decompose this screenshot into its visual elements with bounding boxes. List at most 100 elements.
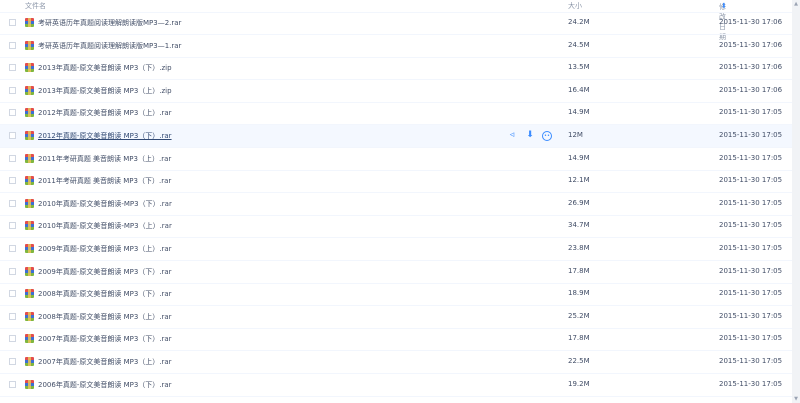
file-modified-date: 2015-11-30 17:05 (719, 379, 783, 388)
file-name-link[interactable]: 2006年真题-原文美音朗读 MP3（下）.rar (38, 380, 172, 390)
row-checkbox[interactable] (9, 177, 16, 185)
archive-file-icon (25, 108, 34, 118)
row-checkbox[interactable] (9, 109, 16, 117)
file-row[interactable]: 2013年真题-原文美音朗读 MP3（上）.zip 16.4M 2015-11-30… (0, 80, 792, 103)
file-name-link[interactable]: 2007年真题-原文美音朗读 MP3（下）.rar (38, 334, 172, 344)
file-name-link[interactable]: 2008年真题-原文美音朗读 MP3（上）.rar (38, 312, 172, 322)
file-name-link[interactable]: 2009年真题-原文美音朗读 MP3（下）.rar (38, 267, 172, 277)
file-row[interactable]: 2008年真题-原文美音朗读 MP3（上）.rar 25.2M 2015-11-30… (0, 306, 792, 329)
row-checkbox[interactable] (9, 312, 16, 320)
sort-down-icon: ⬇ (721, 2, 727, 10)
file-row[interactable]: 2009年真题-原文美音朗读 MP3（上）.rar 23.8M 2015-11-30… (0, 238, 792, 261)
file-size: 18.9M (568, 289, 590, 298)
file-size: 12M (568, 131, 583, 139)
file-size: 13.5M (568, 63, 590, 72)
file-modified-date: 2015-11-30 17:05 (719, 266, 783, 275)
archive-file-icon (25, 153, 34, 163)
file-name-link[interactable]: 2010年真题-原文美音朗读-MP3（上）.rar (38, 221, 172, 231)
download-icon[interactable]: ⬇ (525, 130, 535, 140)
file-size: 17.8M (568, 334, 590, 343)
file-modified-date: 2015-11-30 17:05 (719, 311, 783, 320)
file-row[interactable]: 2011年考研真题 美音朗读 MP3（上）.rar 14.9M 2015-11-30… (0, 148, 792, 171)
row-checkbox[interactable] (9, 358, 16, 365)
row-checkbox[interactable] (9, 132, 16, 139)
file-size: 34.7M (568, 221, 590, 230)
file-modified-date: 2015-11-30 17:05 (719, 176, 783, 185)
row-checkbox[interactable] (9, 64, 16, 72)
file-row[interactable]: 2008年真题-原文美音朗读 MP3（下）.rar 18.9M 2015-11-30… (0, 283, 792, 307)
file-modified-date: 2015-11-30 17:05 (719, 153, 783, 162)
file-size: 22.5M (568, 357, 590, 365)
row-checkbox[interactable] (9, 335, 16, 343)
file-name-link[interactable]: 2013年真题-原文美音朗读 MP3（上）.zip (38, 86, 172, 96)
file-modified-date: 2015-11-30 17:05 (719, 244, 783, 252)
vertical-scrollbar[interactable]: ▲ ▼ (792, 0, 800, 403)
archive-file-icon (25, 198, 34, 208)
file-size: 24.5M (568, 40, 590, 49)
file-modified-date: 2015-11-30 17:05 (719, 131, 783, 139)
row-checkbox[interactable] (9, 154, 16, 162)
file-name-link[interactable]: 2009年真题-原文美音朗读 MP3（上）.rar (38, 244, 172, 254)
file-row[interactable]: 2009年真题-原文美音朗读 MP3（下）.rar 17.8M 2015-11-30… (0, 261, 792, 284)
row-checkbox[interactable] (9, 19, 16, 26)
file-row[interactable]: 2010年真题-原文美音朗读-MP3（下）.rar 26.9M 2015-11-30… (0, 193, 792, 216)
archive-file-icon (25, 131, 34, 140)
file-size: 26.9M (568, 198, 590, 207)
column-header-name[interactable]: 文件名 (25, 1, 46, 11)
scroll-down-arrow-icon[interactable]: ▼ (793, 396, 799, 402)
file-name-link[interactable]: 考研英语历年真题阅读理解朗读版MP3—2.rar (38, 18, 181, 28)
file-size: 24.2M (568, 18, 590, 26)
file-name-link[interactable]: 2007年真题-原文美音朗读 MP3（上）.rar (38, 357, 172, 367)
row-checkbox[interactable] (9, 267, 16, 275)
file-name-link[interactable]: 2008年真题-原文美音朗读 MP3（下）.rar (38, 289, 172, 299)
file-name-link[interactable]: 2010年真题-原文美音朗读-MP3（下）.rar (38, 199, 172, 209)
file-row[interactable]: 2006年真题-原文美音朗读 MP3（下）.rar 19.2M 2015-11-30… (0, 374, 792, 397)
file-row[interactable]: 2011年考研真题 美音朗读 MP3（下）.rar 12.1M 2015-11-30… (0, 170, 792, 194)
row-checkbox[interactable] (9, 41, 16, 49)
file-modified-date: 2015-11-30 17:05 (719, 108, 783, 117)
row-checkbox[interactable] (9, 222, 16, 230)
more-icon[interactable]: •• (542, 131, 552, 141)
row-checkbox[interactable] (9, 290, 16, 298)
file-row[interactable]: 考研英语历年真题阅读理解朗读版MP3—2.rar 24.2M 2015-11-30 … (0, 12, 792, 35)
row-checkbox[interactable] (9, 86, 16, 94)
file-name-link[interactable]: 2011年考研真题 美音朗读 MP3（上）.rar (38, 154, 171, 164)
file-size: 23.8M (568, 244, 590, 252)
row-checkbox[interactable] (9, 380, 16, 388)
file-size: 17.8M (568, 266, 590, 275)
column-header-size[interactable]: 大小 (568, 1, 582, 11)
file-modified-date: 2015-11-30 17:05 (719, 221, 783, 230)
archive-file-icon (25, 85, 34, 95)
scroll-up-arrow-icon[interactable]: ▲ (793, 1, 799, 7)
file-size: 14.9M (568, 153, 590, 162)
file-name-link[interactable]: 2012年真题-原文美音朗读 MP3（下）.rar (38, 131, 172, 141)
file-size: 16.4M (568, 85, 590, 94)
archive-file-icon (25, 289, 34, 299)
file-name-link[interactable]: 2011年考研真题 美音朗读 MP3（下）.rar (38, 176, 171, 186)
file-row[interactable]: 2012年真题-原文美音朗读 MP3（下）.rar ◃ ⬇ •• 12M 2015-11-… (0, 125, 792, 148)
file-modified-date: 2015-11-30 17:06 (719, 18, 783, 26)
file-row[interactable]: 2012年真题-原文美音朗读 MP3（上）.rar 14.9M 2015-11-30… (0, 102, 792, 126)
file-size: 25.2M (568, 311, 590, 320)
file-modified-date: 2015-11-30 17:05 (719, 198, 783, 207)
file-name-link[interactable]: 2013年真题-原文美音朗读 MP3（下）.zip (38, 63, 172, 73)
row-checkbox[interactable] (9, 199, 16, 207)
file-name-link[interactable]: 2012年真题-原文美音朗读 MP3（上）.rar (38, 108, 172, 118)
file-row[interactable]: 考研英语历年真题阅读理解朗读版MP3—1.rar 24.5M 2015-11-30 … (0, 35, 792, 58)
file-row[interactable]: 2010年真题-原文美音朗读-MP3（上）.rar 34.7M 2015-11-30… (0, 215, 792, 239)
file-size: 12.1M (568, 176, 590, 185)
file-modified-date: 2015-11-30 17:05 (719, 334, 783, 343)
file-modified-date: 2015-11-30 17:05 (719, 289, 783, 298)
file-row[interactable]: 2007年真题-原文美音朗读 MP3（下）.rar 17.8M 2015-11-30… (0, 328, 792, 352)
file-size: 19.2M (568, 379, 590, 388)
row-checkbox[interactable] (9, 245, 16, 252)
share-icon[interactable]: ◃ (507, 130, 517, 140)
archive-file-icon (25, 244, 34, 253)
archive-file-icon (25, 18, 34, 27)
file-name-link[interactable]: 考研英语历年真题阅读理解朗读版MP3—1.rar (38, 41, 181, 51)
file-row[interactable]: 2013年真题-原文美音朗读 MP3（下）.zip 13.5M 2015-11-30… (0, 57, 792, 81)
file-modified-date: 2015-11-30 17:06 (719, 40, 783, 49)
file-row[interactable]: 2007年真题-原文美音朗读 MP3（上）.rar 22.5M 2015-11-30… (0, 351, 792, 374)
file-modified-date: 2015-11-30 17:05 (719, 357, 783, 365)
archive-file-icon (25, 266, 34, 276)
